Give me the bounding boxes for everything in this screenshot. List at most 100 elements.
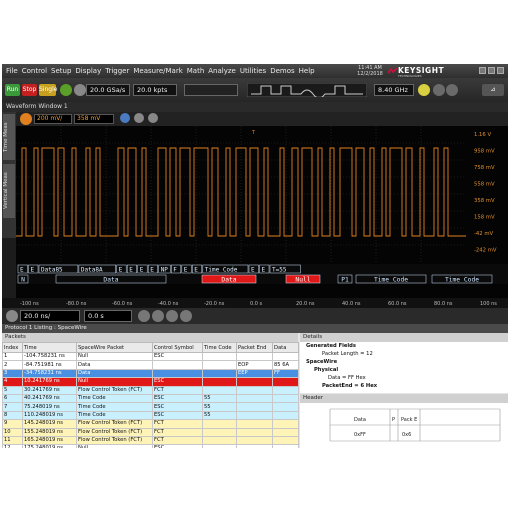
channel-1-icon[interactable] xyxy=(20,113,32,125)
menu-item[interactable]: Utilities xyxy=(240,67,266,75)
table-cell: ESC xyxy=(152,402,203,412)
horizontal-icon[interactable] xyxy=(6,310,18,322)
table-row[interactable]: 12175.248019 nsNullESC xyxy=(2,444,299,448)
details-line: Data = FF Hex xyxy=(328,375,366,381)
table-cell xyxy=(272,419,299,429)
memory-depth-field[interactable]: 20.0 kpts xyxy=(133,84,177,96)
details-line[interactable]: Generated Fields xyxy=(300,342,508,350)
table-cell: Null xyxy=(76,377,153,387)
table-cell: 10.241769 ns xyxy=(22,377,77,387)
waveform-plot[interactable]: 1.16 V 958 mV 758 mV 558 mV 358 mV 158 mV -42 … xyxy=(16,126,508,298)
stop-icon[interactable] xyxy=(152,310,164,322)
bandwidth-limit-icon[interactable] xyxy=(418,84,430,96)
table-row[interactable]: 7 75.248019 ns Time Code ESC 55 xyxy=(2,402,299,412)
packets-label: Packets xyxy=(2,333,298,342)
channel-scale-field[interactable]: 200 mV/ xyxy=(34,114,72,124)
horizontal-position-field[interactable]: 0.0 s xyxy=(84,310,132,322)
undo-icon[interactable] xyxy=(433,84,445,96)
maximize-button[interactable] xyxy=(488,67,495,74)
zoom-fit-icon[interactable] xyxy=(180,310,192,322)
table-cell: 8 xyxy=(2,410,23,421)
x-axis-label: 0.0 s xyxy=(250,301,263,307)
details-line[interactable]: SpaceWire xyxy=(300,358,508,366)
single-button[interactable]: Single xyxy=(39,84,57,96)
decode-segment-label: Data xyxy=(221,277,236,284)
horizontal-scale-field[interactable]: 20.0 ns/ xyxy=(20,310,80,322)
tab-vertical-meas[interactable]: Vertical Meas xyxy=(3,164,15,218)
menu-item[interactable]: Measure/Mark xyxy=(133,67,182,75)
add-icon[interactable] xyxy=(134,113,144,123)
table-row[interactable]: 2 -84.751981 ns Data EOP 85 6A xyxy=(2,360,299,370)
zoom-icon[interactable] xyxy=(120,113,130,123)
table-row[interactable]: 4 10.241769 ns Null ESC xyxy=(2,377,299,387)
details-line[interactable]: Physical xyxy=(300,366,508,374)
table-cell xyxy=(236,385,273,395)
table-row[interactable]: 3 -34.758231 ns Data EEP FF xyxy=(2,368,299,379)
bandwidth-field[interactable]: 8.40 GHz xyxy=(374,84,414,96)
table-cell: 145.248019 ns xyxy=(22,419,77,429)
tab-time-meas[interactable]: Time Meas xyxy=(3,114,15,160)
table-row[interactable]: 6 40.241769 ns Time Code ESC 55 xyxy=(2,393,299,404)
acq-mode-field[interactable] xyxy=(184,84,238,96)
table-cell: 1 xyxy=(2,351,23,362)
stop-button[interactable]: Stop xyxy=(22,84,37,96)
column-header[interactable]: Time Code xyxy=(202,342,237,353)
x-axis-label: -100 ns xyxy=(20,301,39,307)
column-header[interactable]: Data xyxy=(272,342,299,353)
run-button[interactable]: Run xyxy=(5,84,20,96)
decode-segment-label: Null xyxy=(295,277,310,284)
table-cell: ESC xyxy=(152,393,203,404)
channel-offset-field[interactable]: 358 mV xyxy=(74,114,114,124)
decode-segment-label: E xyxy=(194,267,198,274)
menu-item[interactable]: Trigger xyxy=(105,67,129,75)
table-cell xyxy=(236,393,273,404)
menu-item[interactable]: Help xyxy=(299,67,315,75)
column-header[interactable]: Packet End xyxy=(236,342,273,353)
table-row[interactable]: 11 165.248019 ns Flow Control Token (FCT) F… xyxy=(2,435,299,446)
x-axis-label: 20.0 ns xyxy=(296,301,315,307)
table-cell xyxy=(272,393,299,404)
table-row[interactable]: 1 -104.758231 ns Null ESC xyxy=(2,351,299,362)
table-cell: Flow Control Token (FCT) xyxy=(76,435,153,446)
column-header[interactable]: Index xyxy=(2,342,23,353)
header-label-data: Data xyxy=(354,417,366,423)
table-row[interactable]: 8 110.248019 ns Time Code ESC 55 xyxy=(2,410,299,421)
trigger-menu-icon[interactable]: ⊿ xyxy=(482,84,504,96)
sample-rate-field[interactable]: 20.0 GSa/s xyxy=(86,84,130,96)
table-cell: FCT xyxy=(152,427,203,437)
table-cell xyxy=(236,419,273,429)
toolbar: Run Stop Single 20.0 GSa/s 20.0 kpts 8.4… xyxy=(2,78,508,102)
column-header[interactable]: SpaceWire Packet xyxy=(76,342,153,353)
menu-item[interactable]: Demos xyxy=(270,67,294,75)
table-row[interactable]: 10 155.248019 ns Flow Control Token (FCT) F… xyxy=(2,427,299,437)
decode-segment-label: F xyxy=(173,267,177,274)
menu-item[interactable]: Math xyxy=(187,67,205,75)
settings-icon[interactable] xyxy=(148,113,158,123)
column-header[interactable]: Control Symbol xyxy=(152,342,203,353)
menu-item[interactable]: Analyze xyxy=(208,67,236,75)
auto-scale-icon[interactable] xyxy=(60,84,72,96)
table-row[interactable]: 9 145.248019 ns Flow Control Token (FCT) FC… xyxy=(2,419,299,429)
x-axis-label: -60.0 ns xyxy=(112,301,133,307)
column-header[interactable]: Time xyxy=(22,342,77,353)
table-cell: 55 xyxy=(202,410,237,421)
decode-segment-label: Time Code xyxy=(205,267,238,274)
menu-item[interactable]: Control xyxy=(22,67,47,75)
default-setup-icon[interactable] xyxy=(74,84,86,96)
table-row[interactable]: 5 30.241769 ns Flow Control Token (FCT) FCT xyxy=(2,385,299,395)
table-cell: 12 xyxy=(2,444,23,448)
play-back-icon[interactable] xyxy=(138,310,150,322)
menu-item[interactable]: Display xyxy=(75,67,101,75)
close-button[interactable] xyxy=(497,67,504,74)
table-cell xyxy=(272,402,299,412)
y-axis-label: -242 mV xyxy=(474,248,497,254)
table-cell xyxy=(272,351,299,362)
play-forward-icon[interactable] xyxy=(166,310,178,322)
trigger-waveform-icon xyxy=(247,83,367,97)
decode-segment-label: N xyxy=(21,277,25,284)
minimize-button[interactable] xyxy=(479,67,486,74)
table-cell: 5 xyxy=(2,385,23,395)
menu-item[interactable]: File xyxy=(6,67,18,75)
redo-icon[interactable] xyxy=(446,84,458,96)
menu-item[interactable]: Setup xyxy=(51,67,71,75)
